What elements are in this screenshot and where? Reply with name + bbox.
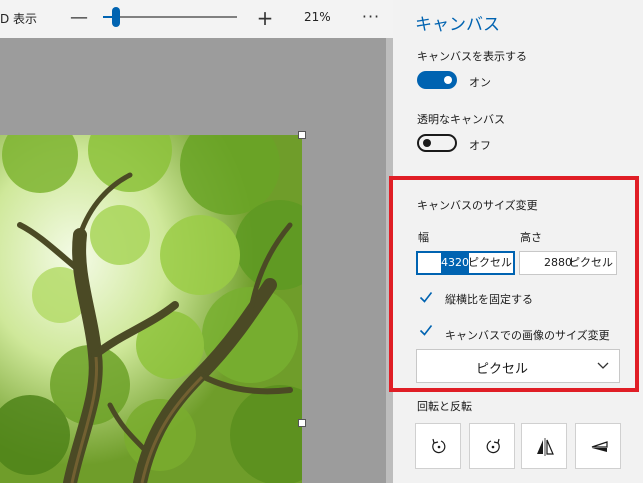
toggle-knob xyxy=(423,139,431,147)
highlight-box xyxy=(389,176,639,392)
forest-tree-image xyxy=(0,135,302,483)
rotate-flip-title: 回転と反転 xyxy=(417,400,472,413)
rotate-left-button[interactable] xyxy=(415,423,461,469)
flip-vertical-icon xyxy=(591,441,608,452)
zoom-percentage[interactable]: 21% xyxy=(304,10,331,24)
zoom-slider-thumb[interactable] xyxy=(112,7,121,27)
canvas-image[interactable] xyxy=(0,135,302,483)
rotate-left-icon xyxy=(432,438,446,454)
panel-title: キャンバス xyxy=(415,15,500,35)
flip-horizontal-icon xyxy=(537,438,554,456)
resize-handle-right[interactable] xyxy=(298,419,306,427)
rotate-right-button[interactable] xyxy=(469,423,515,469)
resize-handle-top-right[interactable] xyxy=(298,131,306,139)
zoom-out-button[interactable]: — xyxy=(69,4,89,32)
transparent-canvas-label: 透明なキャンバス xyxy=(417,113,505,126)
zoom-in-button[interactable]: + xyxy=(255,4,275,32)
flip-horizontal-button[interactable] xyxy=(521,423,567,469)
show-canvas-state: オン xyxy=(469,76,491,89)
flip-vertical-button[interactable] xyxy=(575,423,621,469)
transparent-canvas-toggle[interactable] xyxy=(417,134,457,152)
rotate-right-icon xyxy=(486,438,500,454)
transparent-canvas-state: オフ xyxy=(469,139,491,152)
more-options-button[interactable]: ··· xyxy=(358,4,384,32)
show-canvas-label: キャンバスを表示する xyxy=(417,50,527,63)
toggle-knob xyxy=(444,76,452,84)
zoom-slider[interactable] xyxy=(103,7,237,27)
toolbar: D 表示 — + 21% ··· xyxy=(0,0,393,38)
view-label[interactable]: D 表示 xyxy=(0,10,37,27)
show-canvas-toggle[interactable] xyxy=(417,71,457,89)
